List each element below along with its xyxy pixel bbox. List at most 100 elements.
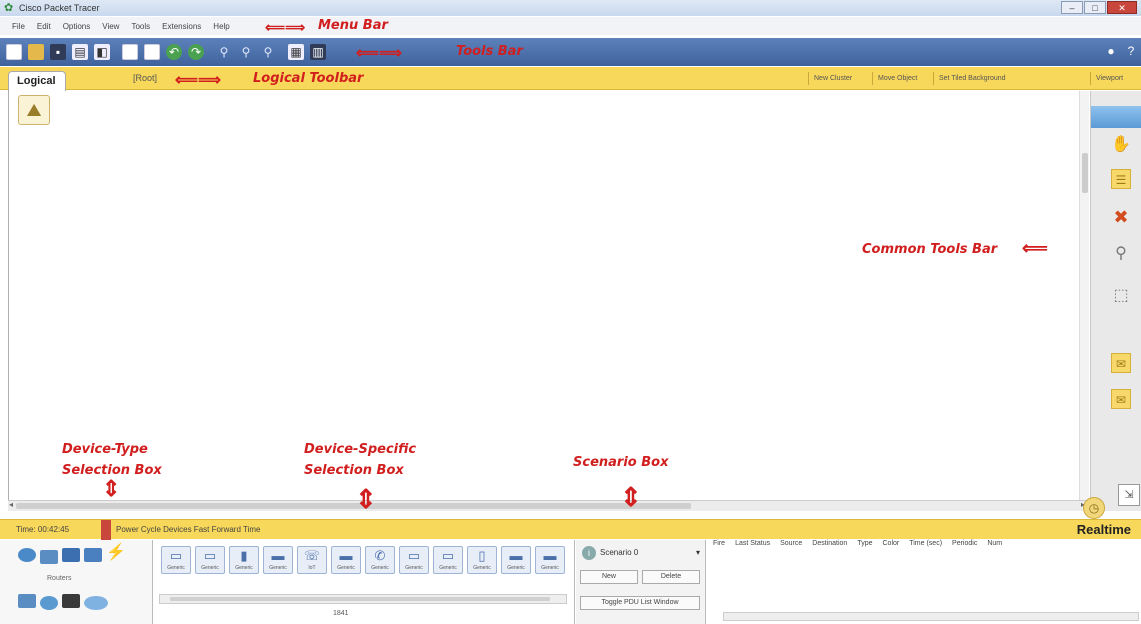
column-header[interactable]: Time (sec): [899, 540, 942, 554]
save-icon[interactable]: ▪: [50, 44, 66, 60]
redo-icon[interactable]: ↷: [188, 44, 204, 60]
note-icon[interactable]: ☰: [1111, 169, 1131, 189]
server-icon: ▮: [240, 548, 248, 563]
status-bar: Time: 00:42:45 Power Cycle Devices Fast …: [0, 519, 1141, 540]
security-icon[interactable]: [40, 596, 58, 610]
info-icon[interactable]: i: [582, 546, 596, 560]
column-header[interactable]: Color: [873, 540, 900, 554]
menu-edit[interactable]: Edit: [37, 22, 51, 31]
tab-logical[interactable]: Logical: [8, 71, 66, 91]
paste-icon[interactable]: [144, 44, 160, 60]
power-cycle-button[interactable]: Power Cycle Devices Fast Forward Time: [116, 525, 260, 534]
phone-icon: ✆: [374, 548, 386, 563]
cloud-icon[interactable]: [84, 596, 108, 610]
device-specific-annotation: Selection Box: [304, 463, 404, 478]
viewport-button[interactable]: Viewport: [1090, 72, 1123, 85]
activity-wizard-icon[interactable]: ◧: [94, 44, 110, 60]
connection-icon[interactable]: ⚡: [106, 545, 126, 561]
scenario-box: i Scenario 0 ▾ New Delete Toggle PDU Lis…: [576, 540, 706, 624]
zoom-out-icon[interactable]: ⚲: [260, 44, 276, 60]
new-cluster-button[interactable]: New Cluster: [808, 72, 852, 85]
cluster-icon[interactable]: ⛰: [18, 95, 50, 125]
horizontal-scrollbar[interactable]: ◂ ▸: [8, 500, 1087, 511]
vertical-scrollbar[interactable]: [1079, 91, 1089, 500]
zoom-in-icon[interactable]: ⚲: [216, 44, 232, 60]
info-icon[interactable]: ●: [1103, 43, 1119, 59]
close-button[interactable]: ✕: [1107, 1, 1137, 14]
end-device-icon[interactable]: [18, 594, 36, 608]
menu-tools[interactable]: Tools: [131, 22, 150, 31]
custom-device-icon[interactable]: ▥: [310, 44, 326, 60]
scroll-thumb[interactable]: [1082, 153, 1088, 193]
toggle-pdu-list-button[interactable]: Toggle PDU List Window: [580, 596, 700, 610]
menu-extensions[interactable]: Extensions: [162, 22, 201, 31]
maximize-button[interactable]: □: [1084, 1, 1106, 14]
scroll-thumb[interactable]: [170, 597, 550, 601]
wireless-icon[interactable]: [84, 548, 102, 562]
delete-icon[interactable]: ✖: [1111, 207, 1131, 227]
menu-file[interactable]: File: [12, 22, 25, 31]
print-icon[interactable]: ▤: [72, 44, 88, 60]
realtime-mode-label[interactable]: Realtime: [1077, 522, 1131, 537]
menu-options[interactable]: Options: [63, 22, 91, 31]
column-header[interactable]: Source: [770, 540, 802, 554]
delete-scenario-button[interactable]: Delete: [642, 570, 700, 584]
title-bar: ✿ Cisco Packet Tracer – □ ✕: [0, 0, 1141, 16]
device-item[interactable]: ▭ Generic: [433, 546, 463, 574]
logical-toolbar-annotation: Logical Toolbar: [253, 71, 364, 86]
simple-pdu-icon[interactable]: ✉: [1111, 353, 1131, 373]
resize-icon[interactable]: ⬚: [1111, 286, 1131, 306]
tools-bar-annotation: Tools Bar: [456, 44, 523, 59]
complex-pdu-icon[interactable]: ✉: [1111, 389, 1131, 409]
device-item[interactable]: ✆ Generic: [365, 546, 395, 574]
wan-emulation-icon[interactable]: [62, 594, 80, 608]
minimize-button[interactable]: –: [1061, 1, 1083, 14]
device-item[interactable]: ▯ Generic: [467, 546, 497, 574]
router-icon[interactable]: [18, 548, 36, 562]
physical-view-icon[interactable]: ⇲: [1118, 484, 1140, 506]
device-item[interactable]: ▭ Generic: [161, 546, 191, 574]
scroll-thumb[interactable]: [16, 503, 691, 509]
device-type-selection-box: ⚡ Routers: [0, 540, 153, 624]
undo-icon[interactable]: ↶: [166, 44, 182, 60]
new-scenario-button[interactable]: New: [580, 570, 638, 584]
event-list-scrollbar[interactable]: [723, 612, 1139, 621]
device-item[interactable]: ▬ Generic: [263, 546, 293, 574]
column-header[interactable]: Num: [977, 540, 1002, 554]
device-item[interactable]: ▭ Generic: [399, 546, 429, 574]
column-header[interactable]: Fire: [707, 540, 725, 554]
device-item[interactable]: ▮ Generic: [229, 546, 259, 574]
hub-icon[interactable]: [62, 548, 80, 562]
scroll-left-icon[interactable]: ◂: [9, 500, 13, 509]
palette-icon[interactable]: ▦: [288, 44, 304, 60]
column-header[interactable]: Destination: [802, 540, 847, 554]
scenario-select[interactable]: Scenario 0 ▾: [600, 548, 700, 560]
device-list-scrollbar[interactable]: [159, 594, 567, 604]
column-header[interactable]: Type: [847, 540, 872, 554]
device-item[interactable]: ▬ Generic: [535, 546, 565, 574]
device-item[interactable]: ▭ Generic: [195, 546, 225, 574]
menu-help[interactable]: Help: [213, 22, 229, 31]
set-tiled-background-button[interactable]: Set Tiled Background: [933, 72, 1006, 85]
clock-icon[interactable]: ◷: [1083, 497, 1105, 519]
new-file-icon[interactable]: [6, 44, 22, 60]
copy-icon[interactable]: [122, 44, 138, 60]
select-tool[interactable]: [1091, 106, 1141, 128]
device-item[interactable]: ☏ IoT: [297, 546, 327, 574]
root-label[interactable]: [Root]: [133, 73, 157, 83]
zoom-reset-icon[interactable]: ⚲: [238, 44, 254, 60]
switch-icon[interactable]: [40, 550, 58, 564]
move-object-button[interactable]: Move Object: [872, 72, 917, 85]
column-header[interactable]: Periodic: [942, 540, 977, 554]
device-item[interactable]: ▬ Generic: [331, 546, 361, 574]
open-folder-icon[interactable]: [28, 44, 44, 60]
logical-workspace[interactable]: [8, 91, 1086, 500]
voip-icon: ▬: [339, 548, 353, 563]
device-specific-selection-box: ▭ Generic ▭ Generic ▮ Generic ▬ Generic ☏ IoT…: [153, 540, 575, 624]
menu-view[interactable]: View: [102, 22, 119, 31]
inspect-icon[interactable]: ⚲: [1111, 244, 1131, 264]
column-header[interactable]: Last Status: [725, 540, 770, 554]
help-icon[interactable]: ?: [1123, 43, 1139, 59]
device-item[interactable]: ▬ Generic: [501, 546, 531, 574]
hand-icon[interactable]: ✋: [1111, 135, 1131, 155]
